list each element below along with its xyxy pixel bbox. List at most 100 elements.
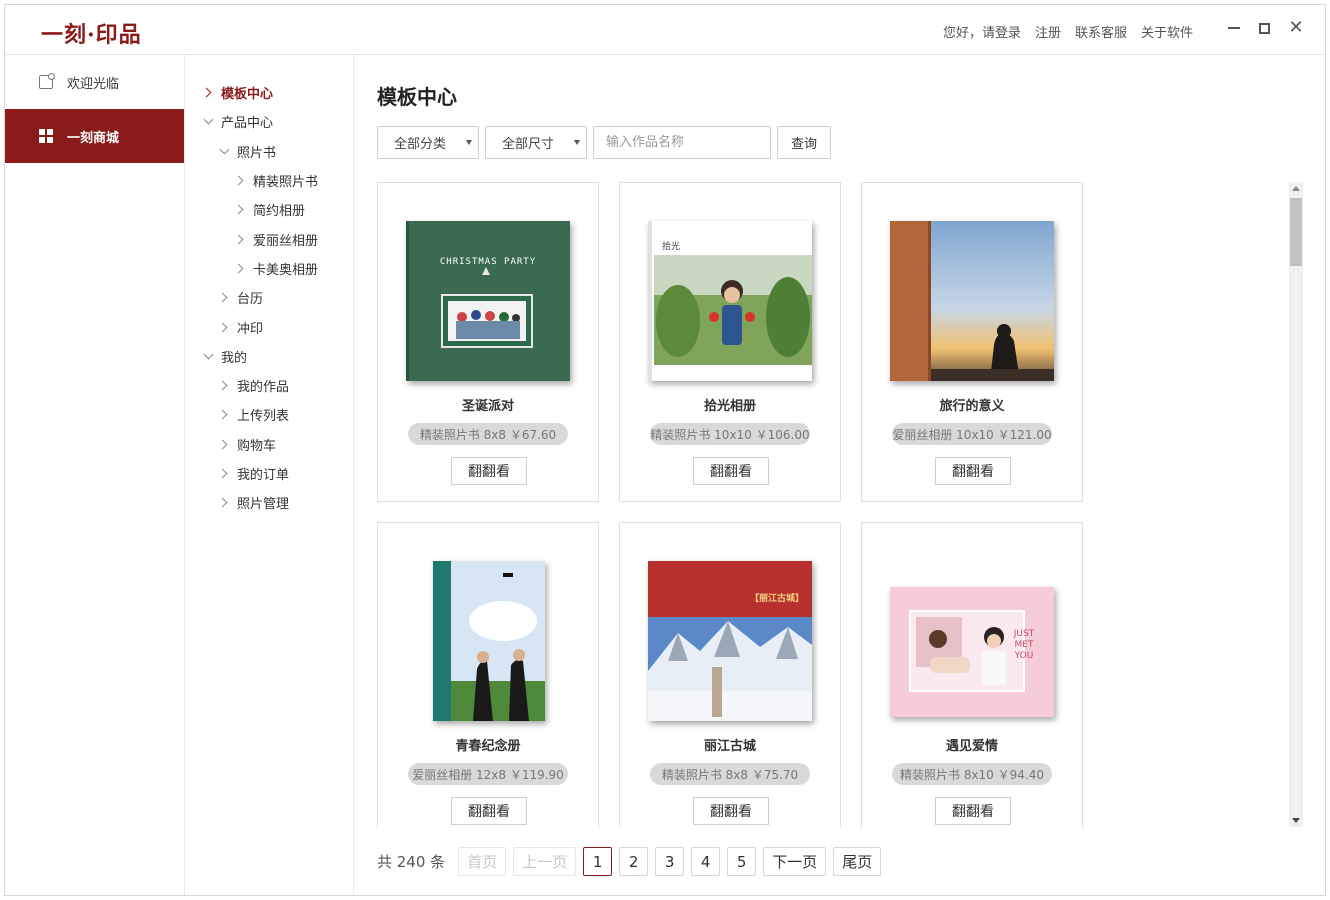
title-bar: 一刻·印品 您好，请登录 注册 联系客服 关于软件 ✕	[5, 5, 1325, 55]
category-select-value: 全部分类	[394, 137, 447, 152]
sidebar-item-mall[interactable]: 一刻商城	[5, 109, 184, 163]
tree-item[interactable]: 爱丽丝相册	[185, 224, 353, 253]
page-button-1[interactable]: 1	[583, 847, 613, 876]
chevron-right-icon	[219, 381, 229, 391]
page-title: 模板中心	[377, 85, 457, 109]
tree-item[interactable]: 照片管理	[185, 488, 353, 517]
sidebar-item-welcome[interactable]: 欢迎光临	[5, 55, 184, 109]
grid-scrollbar[interactable]	[1289, 182, 1303, 827]
cover-text: JUST MET YOU	[1013, 629, 1035, 661]
tree-item-label: 照片书	[237, 145, 277, 161]
chevron-right-icon	[219, 498, 229, 508]
template-cover-image[interactable]: CHRISTMAS PARTY	[406, 221, 570, 381]
tree-item[interactable]: 上传列表	[185, 400, 353, 429]
sidebar-item-label: 欢迎光临	[67, 76, 120, 92]
chevron-right-icon	[219, 439, 229, 449]
sidebar-item-label: 一刻商城	[67, 130, 120, 146]
flip-preview-button[interactable]: 翻翻看	[451, 457, 527, 485]
contact-service-link[interactable]: 联系客服	[1075, 22, 1127, 41]
page-button-5[interactable]: 5	[727, 847, 757, 876]
tree-item[interactable]: 冲印	[185, 312, 353, 341]
scroll-up-arrow-icon[interactable]	[1292, 186, 1300, 191]
pagination: 共 240 条 首页 上一页 1 2 3 4 5 下一页 尾页	[377, 847, 882, 876]
template-title: 拾光相册	[703, 399, 756, 414]
tree-item[interactable]: 我的	[185, 342, 353, 371]
template-title: 旅行的意义	[939, 399, 1005, 414]
tree-item[interactable]: 照片书	[185, 137, 353, 166]
category-tree: 模板中心产品中心照片书精装照片书简约相册爱丽丝相册卡美奥相册 台历 冲印 我的我的作品…	[185, 55, 354, 895]
tree-item[interactable]: 产品中心	[185, 107, 353, 136]
query-button[interactable]: 查询	[777, 126, 831, 159]
template-card[interactable]: 旅行的意义 爱丽丝相册 10x10 ￥121.00 翻翻看	[861, 182, 1083, 502]
template-grid-viewport: CHRISTMAS PARTY 圣诞派对 精装照片书 8x8 ￥67.60 翻翻…	[377, 182, 1283, 827]
tree-item[interactable]: 精装照片书	[185, 166, 353, 195]
flip-preview-button[interactable]: 翻翻看	[451, 797, 527, 825]
template-card[interactable]: 【丽江古城】 丽江古城 精装照片书 8x8 ￥75.70 翻翻看	[619, 522, 841, 827]
template-title: 圣诞派对	[461, 399, 514, 414]
tree-item-label: 爱丽丝相册	[253, 233, 319, 249]
template-price-badge: 精装照片书 8x8 ￥67.60	[408, 423, 568, 445]
work-name-search-input[interactable]	[593, 126, 771, 159]
scrollbar-thumb[interactable]	[1290, 198, 1302, 266]
template-price-badge: 爱丽丝相册 10x10 ￥121.00	[892, 423, 1052, 445]
scroll-down-arrow-icon[interactable]	[1292, 818, 1300, 823]
chevron-right-icon	[235, 176, 245, 186]
chevron-right-icon	[219, 469, 229, 479]
flip-preview-button[interactable]: 翻翻看	[693, 797, 769, 825]
template-cover-image[interactable]	[890, 221, 1054, 381]
template-card[interactable]: CHRISTMAS PARTY 圣诞派对 精装照片书 8x8 ￥67.60 翻翻…	[377, 182, 599, 502]
maximize-icon	[1258, 22, 1270, 34]
tree-item[interactable]: 卡美奥相册	[185, 254, 353, 283]
travel-sunset-cover-art	[890, 221, 1054, 381]
template-cover-image[interactable]: 拾光	[648, 221, 812, 381]
template-card[interactable]: JUST MET YOU 遇见爱情 精装照片书 8x10 ￥94.40 翻翻看	[861, 522, 1083, 827]
tree-item-label: 产品中心	[221, 116, 274, 132]
template-title: 遇见爱情	[945, 739, 998, 754]
page-button-4[interactable]: 4	[691, 847, 721, 876]
tree-item[interactable]: 简约相册	[185, 195, 353, 224]
chevron-down-icon	[203, 351, 213, 361]
minimize-button[interactable]	[1223, 17, 1245, 39]
tree-item[interactable]: 模板中心	[185, 78, 353, 107]
next-page-button[interactable]: 下一页	[763, 847, 827, 876]
size-select[interactable]: 全部尺寸	[485, 126, 587, 159]
tree-item[interactable]: 我的作品	[185, 371, 353, 400]
close-button[interactable]: ✕	[1285, 17, 1307, 39]
flip-preview-button[interactable]: 翻翻看	[935, 797, 1011, 825]
size-select-value: 全部尺寸	[502, 137, 555, 152]
tree-item[interactable]: 我的订单	[185, 459, 353, 488]
category-select[interactable]: 全部分类	[377, 126, 479, 159]
login-link[interactable]: 您好，请登录	[943, 22, 1021, 41]
about-software-link[interactable]: 关于软件	[1141, 22, 1193, 41]
cover-text: 【丽江古城】	[749, 594, 804, 604]
page-button-2[interactable]: 2	[619, 847, 649, 876]
tree-item-label: 简约相册	[253, 204, 306, 220]
maximize-button[interactable]	[1253, 17, 1275, 39]
tree-item[interactable]: 台历	[185, 283, 353, 312]
prev-page-button[interactable]: 上一页	[513, 847, 577, 876]
page-button-3[interactable]: 3	[655, 847, 685, 876]
main-content: 模板中心 全部分类 全部尺寸 查询	[355, 55, 1325, 895]
chevron-right-icon	[219, 410, 229, 420]
first-page-button[interactable]: 首页	[458, 847, 507, 876]
app-window: 一刻·印品 您好，请登录 注册 联系客服 关于软件 ✕ 欢迎光临 一刻商城 模板…	[4, 4, 1326, 896]
template-cover-image[interactable]: 【丽江古城】	[648, 561, 812, 721]
tree-item-label: 上传列表	[237, 409, 290, 425]
cover-text: 拾光	[662, 242, 681, 252]
tree-item[interactable]: 购物车	[185, 430, 353, 459]
template-cover-image[interactable]	[433, 561, 545, 721]
app-logo: 一刻·印品	[41, 22, 142, 48]
template-card[interactable]: 拾光 拾光相册 精装照片书 10x10 ￥106.00 翻翻看	[619, 182, 841, 502]
template-card[interactable]: 青春纪念册 爱丽丝相册 12x8 ￥119.90 翻翻看	[377, 522, 599, 827]
flip-preview-button[interactable]: 翻翻看	[935, 457, 1011, 485]
register-link[interactable]: 注册	[1035, 22, 1061, 41]
flip-preview-button[interactable]: 翻翻看	[693, 457, 769, 485]
last-page-button[interactable]: 尾页	[833, 847, 882, 876]
template-price-badge: 精装照片书 8x10 ￥94.40	[892, 763, 1052, 785]
tree-item-label: 我的作品	[237, 380, 290, 396]
template-title: 青春纪念册	[455, 739, 521, 754]
template-cover-image[interactable]: JUST MET YOU	[890, 587, 1054, 717]
cover-text: CHRISTMAS PARTY	[439, 257, 537, 267]
template-title: 丽江古城	[703, 739, 756, 754]
template-grid: CHRISTMAS PARTY 圣诞派对 精装照片书 8x8 ￥67.60 翻翻…	[377, 182, 1283, 827]
